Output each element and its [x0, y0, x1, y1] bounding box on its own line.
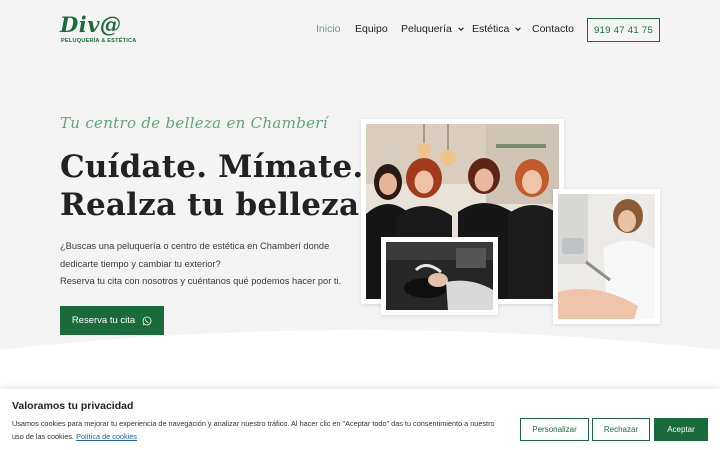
nav-item-equipo[interactable]: Equipo — [355, 23, 388, 35]
chevron-down-icon — [515, 27, 522, 31]
hero-intro: ¿Buscas una peluquería o centro de estét… — [60, 238, 360, 291]
intro-line: Reserva tu cita con nosotros y cuéntanos… — [60, 276, 342, 286]
nav-item-label: Equipo — [355, 23, 388, 35]
intro-line: dedicarte tiempo y cambiar tu exterior? — [60, 258, 221, 269]
cookie-policy-link[interactable]: Política de cookies — [76, 432, 137, 441]
phone-button[interactable]: 919 47 41 75 — [587, 18, 660, 42]
nav-item-label: Estética — [472, 23, 510, 35]
nav-item-label: Peluquería — [401, 23, 452, 35]
nav-item-peluqueria[interactable]: Peluquería — [401, 23, 465, 35]
headline-line: Realza tu belleza. — [60, 187, 371, 223]
cookie-title: Valoramos tu privacidad — [12, 400, 134, 412]
nav-item-inicio[interactable]: Inicio — [316, 23, 341, 35]
headline-line: Cuídate. Mímate. — [60, 149, 364, 185]
site-header: Div@ PELUQUERÍA & ESTÉTICA Inicio Equipo… — [0, 0, 720, 62]
nav-item-label: Inicio — [316, 23, 341, 35]
laser-treatment-photo-image — [558, 194, 655, 319]
reject-cookies-button[interactable]: Rechazar — [592, 418, 650, 441]
hero-tagline: Tu centro de belleza en Chamberí — [60, 114, 328, 132]
hair-wash-photo-image — [386, 242, 493, 310]
book-appointment-button[interactable]: Reserva tu cita — [60, 306, 164, 335]
cookie-text: Usamos cookies para mejorar tu experienc… — [12, 418, 507, 443]
hero-headline: Cuídate. Mímate. Realza tu belleza. — [60, 148, 371, 224]
hair-wash-photo — [381, 237, 498, 315]
cookie-banner: Valoramos tu privacidad Usamos cookies p… — [0, 389, 720, 450]
laser-treatment-photo — [553, 189, 660, 324]
cookie-text-suffix: cookies. — [47, 431, 75, 441]
nav-item-contacto[interactable]: Contacto — [532, 23, 574, 35]
chevron-down-icon — [458, 27, 464, 31]
nav-item-estetica[interactable]: Estética — [472, 23, 522, 35]
intro-line: ¿Buscas una peluquería o centro de estét… — [60, 241, 330, 251]
nav-item-label: Contacto — [532, 23, 575, 35]
cta-label: Reserva tu cita — [71, 315, 136, 326]
logo-text: Div@ — [60, 12, 122, 37]
whatsapp-icon — [142, 316, 152, 325]
site-logo[interactable]: Div@ PELUQUERÍA & ESTÉTICA — [60, 12, 136, 48]
customize-cookies-button[interactable]: Personalizar — [520, 418, 589, 441]
logo-subtitle: PELUQUERÍA & ESTÉTICA — [61, 38, 137, 44]
accept-cookies-button[interactable]: Aceptar — [654, 418, 708, 441]
